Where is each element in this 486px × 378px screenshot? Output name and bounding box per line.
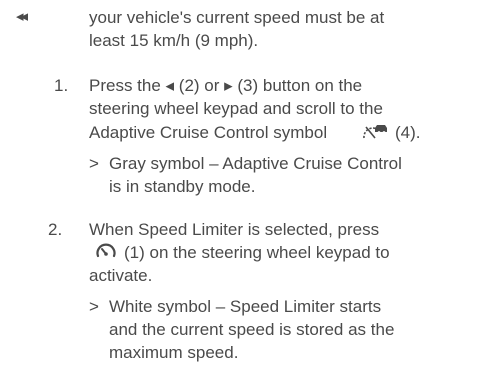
intro-line-2: least 15 km/h (9 mph). bbox=[89, 31, 259, 50]
adaptive-cruise-control-icon bbox=[361, 122, 389, 144]
step-1-line-3-text: Adaptive Cruise Control symbol bbox=[89, 123, 328, 142]
step-1-result-line-2: is in standby mode. bbox=[109, 177, 256, 196]
step-2-result-marker: > bbox=[89, 297, 99, 316]
step-1-line-1: Press the ◂ (2) or ▸ (3) button on the bbox=[89, 76, 363, 95]
step-2-line-3: activate. bbox=[89, 266, 153, 285]
step-2-result-line-1: White symbol – Speed Limiter starts bbox=[109, 297, 382, 316]
step-2-line-2: (1) on the steering wheel keypad to bbox=[124, 243, 390, 262]
step-2-result-line-3: maximum speed. bbox=[109, 343, 239, 362]
manual-page: ◂◂ your vehicle's current speed must be … bbox=[0, 0, 486, 378]
step-1-line-3-suffix: (4). bbox=[395, 123, 421, 142]
intro-line-1: your vehicle's current speed must be at bbox=[89, 8, 385, 27]
step-1-line-2: steering wheel keypad and scroll to the bbox=[89, 99, 383, 118]
step-2-line-1: When Speed Limiter is selected, press bbox=[89, 220, 380, 239]
step-1-line-3: Adaptive Cruise Control symbol bbox=[89, 121, 327, 144]
speed-limiter-icon bbox=[95, 241, 117, 261]
double-left-chevron-icon: ◂◂ bbox=[16, 8, 28, 25]
step-2-result-line-2: and the current speed is stored as the bbox=[109, 320, 395, 339]
step-2-number: 2. bbox=[48, 220, 63, 239]
step-1-result-marker: > bbox=[89, 154, 99, 173]
step-1-result-line-1: Gray symbol – Adaptive Cruise Control bbox=[109, 154, 402, 173]
step-1-number: 1. bbox=[54, 76, 69, 95]
